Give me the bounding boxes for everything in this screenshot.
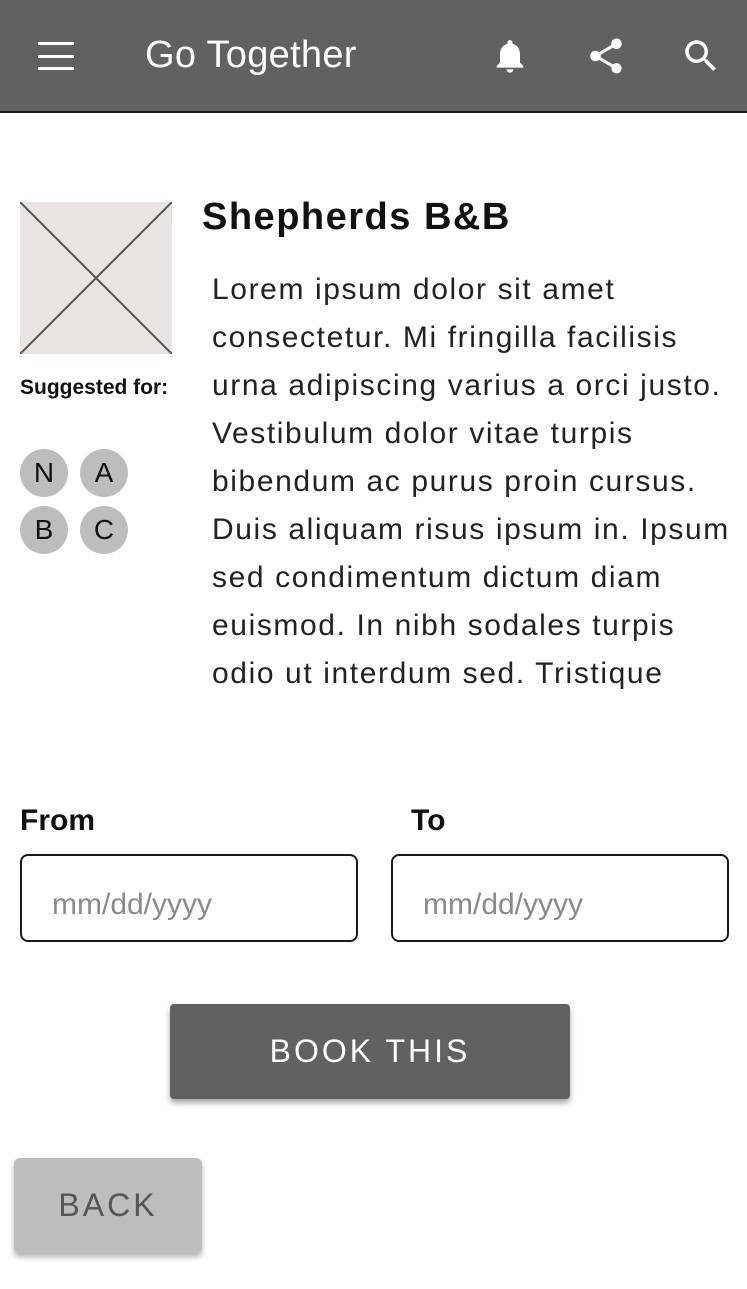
book-button[interactable]: BOOK THIS bbox=[170, 1004, 570, 1099]
listing-image-placeholder bbox=[19, 201, 173, 355]
avatar: A bbox=[80, 449, 128, 497]
from-label: From bbox=[20, 804, 95, 837]
avatar: C bbox=[80, 506, 128, 554]
suggested-for-label: Suggested for: bbox=[20, 376, 169, 399]
to-date-input[interactable] bbox=[391, 854, 729, 942]
search-icon[interactable] bbox=[675, 30, 727, 82]
avatar: N bbox=[20, 449, 68, 497]
avatar: B bbox=[20, 506, 68, 554]
from-date-input[interactable] bbox=[20, 854, 358, 942]
app-bar: Go Together bbox=[0, 0, 747, 113]
to-label: To bbox=[411, 804, 446, 837]
share-icon[interactable] bbox=[580, 30, 632, 82]
app-title: Go Together bbox=[145, 34, 357, 76]
menu-icon[interactable] bbox=[32, 38, 80, 74]
listing-description: Lorem ipsum dolor sit amet consectetur. … bbox=[212, 273, 730, 690]
listing-title: Shepherds B&B bbox=[202, 196, 511, 238]
bell-icon[interactable] bbox=[484, 30, 536, 82]
back-button[interactable]: BACK bbox=[14, 1158, 202, 1253]
